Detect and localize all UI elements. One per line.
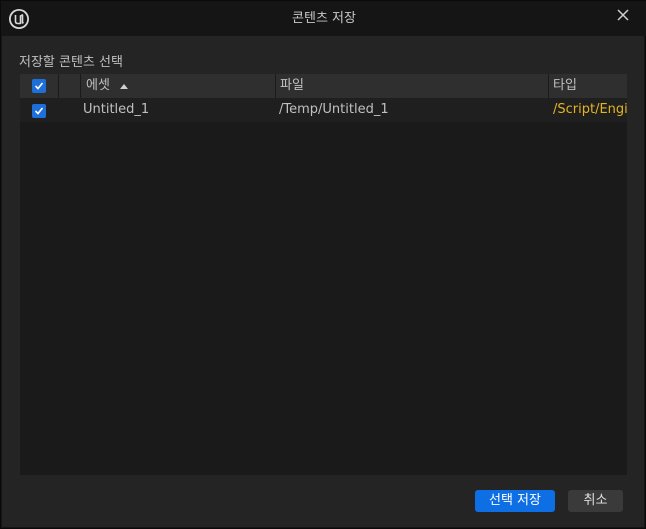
checkmark-icon	[34, 82, 44, 90]
asset-table: 에셋 파일 타입 Untitled_1 /Temp/Untitled_1 /Sc…	[20, 74, 627, 475]
column-header-file-label: 파일	[280, 78, 304, 93]
section-label: 저장할 콘텐츠 선택	[19, 55, 123, 70]
close-button[interactable]	[611, 4, 635, 26]
column-header-asset[interactable]: 에셋	[81, 74, 276, 98]
row-file-path: /Temp/Untitled_1	[279, 102, 389, 117]
checkmark-icon	[34, 107, 44, 115]
row-checkbox[interactable]	[32, 104, 46, 118]
window-title: 콘텐츠 저장	[292, 11, 356, 26]
header-spacer	[59, 74, 81, 98]
save-content-dialog: 콘텐츠 저장 저장할 콘텐츠 선택 에셋 파일 타입 Untitled_1 /T…	[0, 0, 646, 529]
title-bar[interactable]: 콘텐츠 저장	[1, 1, 646, 36]
column-header-file[interactable]: 파일	[276, 74, 549, 98]
column-header-type-label: 타입	[553, 78, 577, 93]
save-selected-button[interactable]: 선택 저장	[475, 490, 555, 512]
table-header: 에셋 파일 타입	[20, 74, 627, 98]
select-all-checkbox[interactable]	[32, 79, 46, 93]
sort-ascending-icon	[120, 83, 129, 89]
table-row[interactable]: Untitled_1 /Temp/Untitled_1 /Script/Engi…	[20, 98, 627, 122]
close-icon	[617, 9, 629, 21]
row-asset-type: /Script/Engir	[553, 102, 627, 117]
cancel-button[interactable]: 취소	[568, 490, 623, 512]
column-header-asset-label: 에셋	[86, 78, 110, 93]
row-asset-name: Untitled_1	[83, 102, 150, 117]
column-header-type[interactable]: 타입	[549, 74, 627, 98]
header-checkbox-cell	[20, 74, 59, 98]
